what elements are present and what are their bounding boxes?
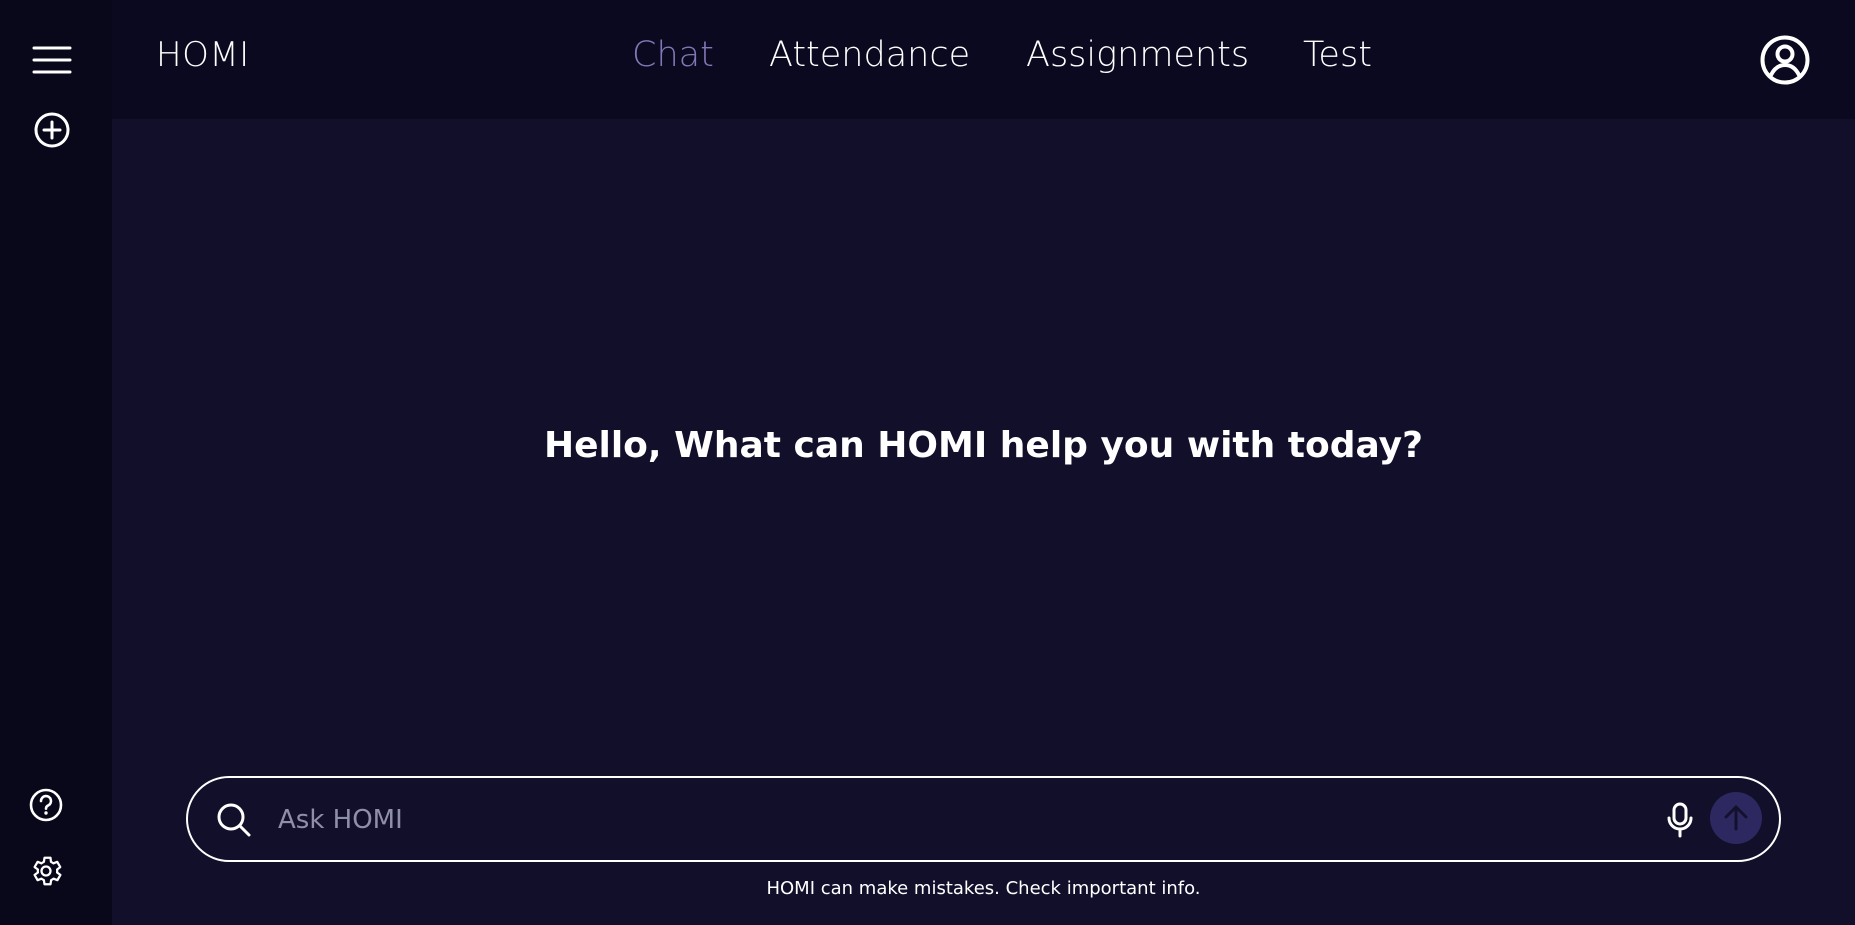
help-button[interactable]: [26, 785, 66, 825]
arrow-up-icon: [1724, 805, 1748, 831]
new-chat-button[interactable]: [32, 110, 72, 150]
nav-tab-attendance[interactable]: Attendance: [769, 38, 970, 73]
account-button[interactable]: [1759, 34, 1811, 86]
search-icon: [217, 803, 251, 837]
help-icon: [29, 788, 63, 822]
voice-input-button[interactable]: [1660, 800, 1700, 840]
nav-tab-test[interactable]: Test: [1303, 38, 1372, 73]
sidebar: [0, 0, 112, 925]
microphone-icon: [1667, 802, 1693, 838]
new-chat-icon: [34, 112, 70, 148]
settings-button[interactable]: [26, 851, 66, 891]
greeting-heading: Hello, What can HOMI help you with today…: [543, 425, 1424, 466]
brand-title[interactable]: HOMI: [156, 38, 250, 72]
chat-input[interactable]: [276, 796, 1580, 844]
nav-tab-chat[interactable]: Chat: [632, 38, 714, 73]
menu-icon: [32, 46, 72, 74]
settings-icon: [33, 856, 62, 886]
nav-tab-assignments[interactable]: Assignments: [1026, 38, 1249, 73]
menu-button[interactable]: [30, 42, 74, 78]
top-bar: [112, 0, 1855, 119]
disclaimer-text: HOMI can make mistakes. Check important …: [766, 878, 1201, 899]
send-button[interactable]: [1710, 792, 1762, 844]
account-icon: [1760, 35, 1810, 85]
chat-input-bar[interactable]: [186, 776, 1781, 862]
